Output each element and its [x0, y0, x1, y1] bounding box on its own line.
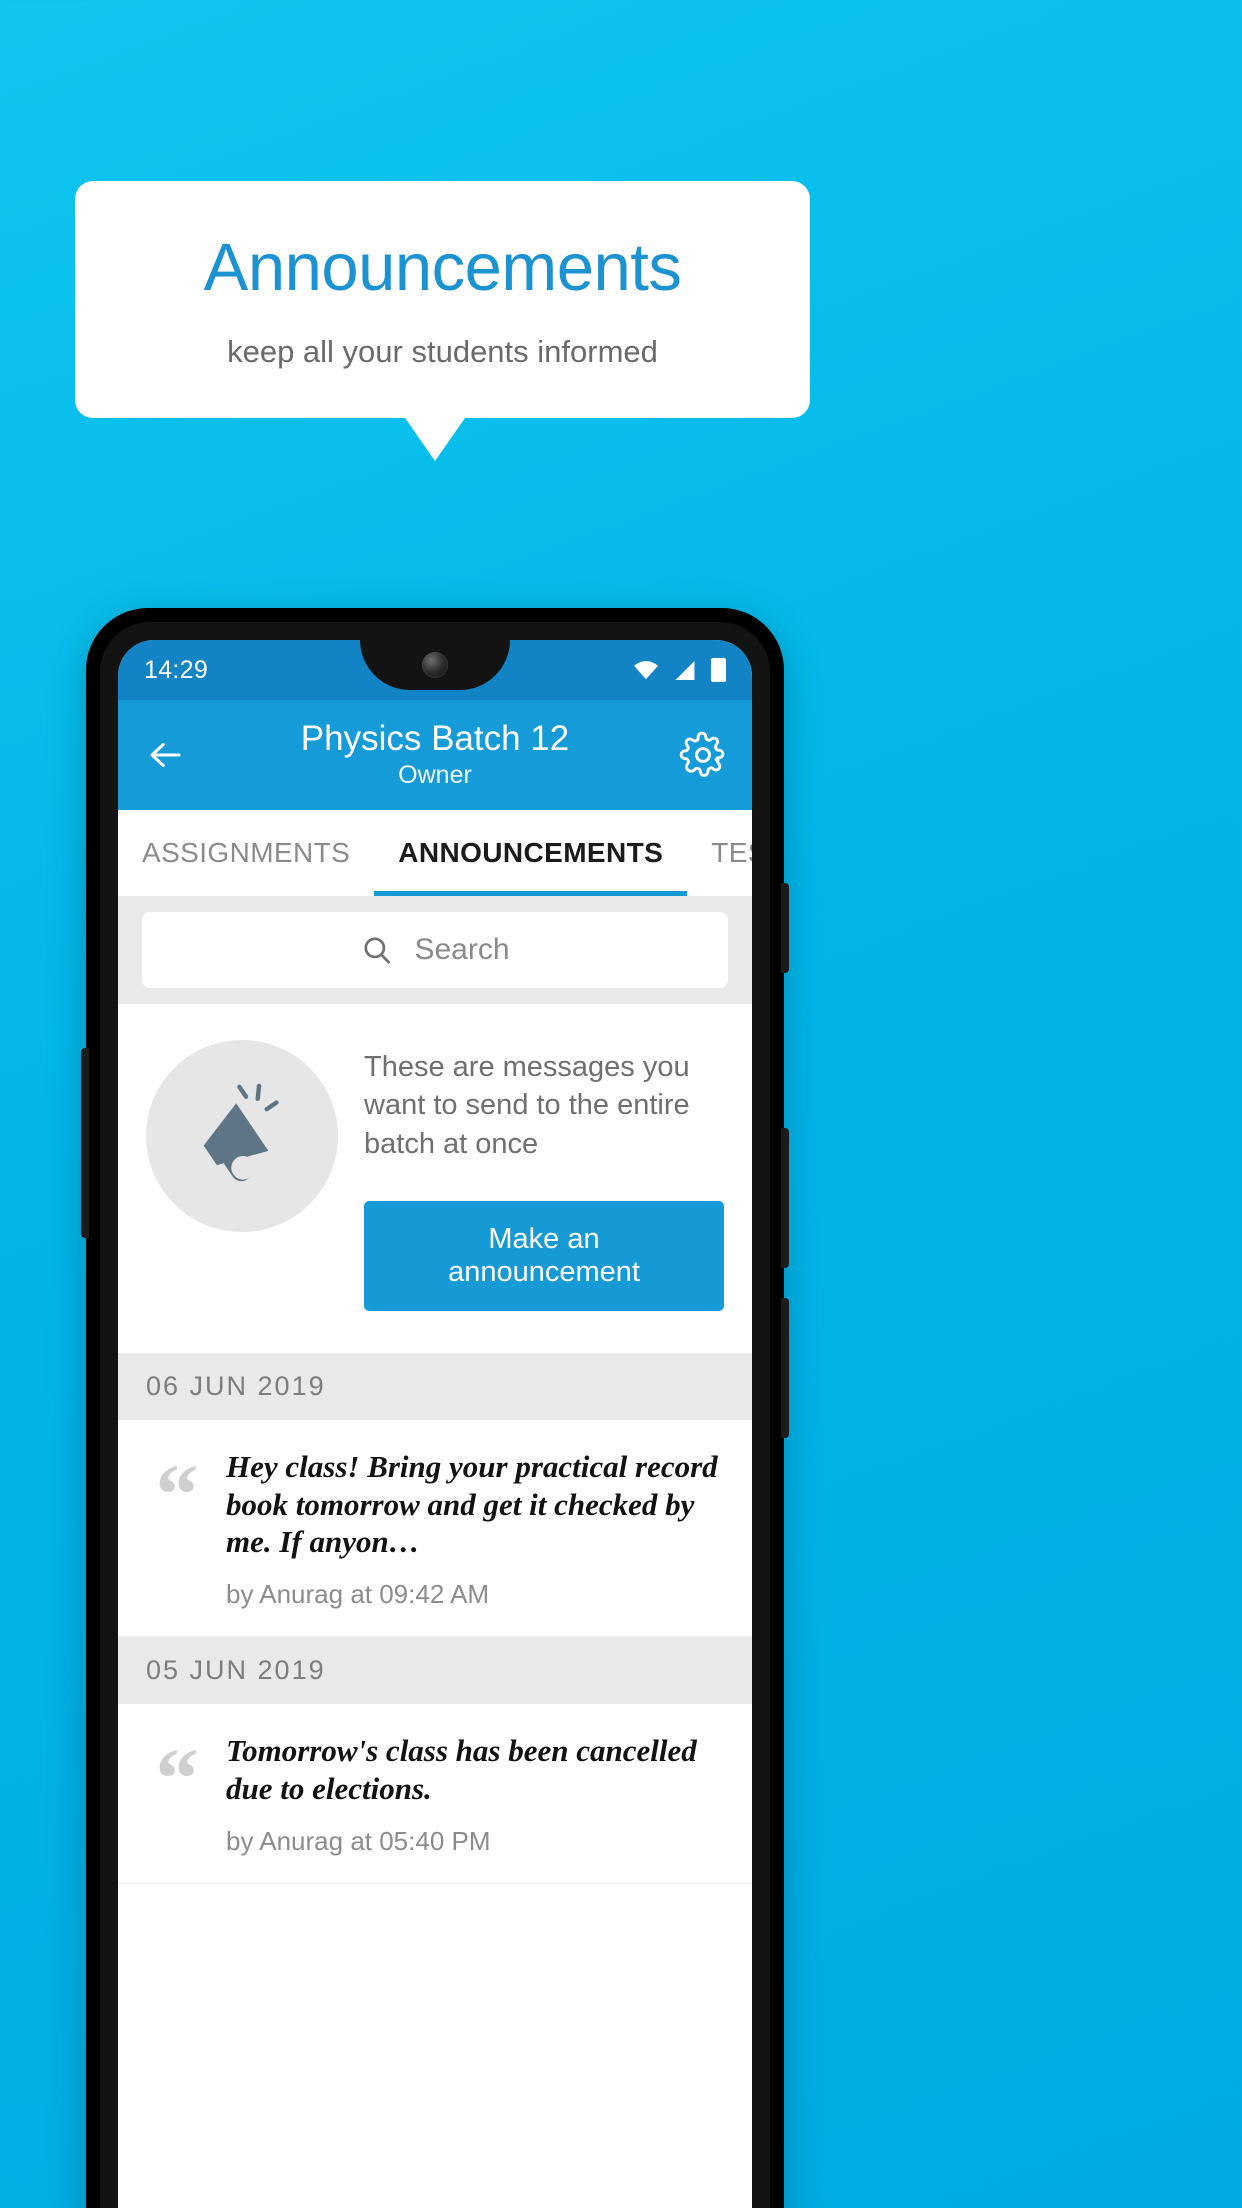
- tab-tests[interactable]: TESTS: [687, 810, 752, 896]
- tab-bar[interactable]: ASSIGNMENTS ANNOUNCEMENTS TESTS ·: [118, 810, 752, 896]
- announcement-promo: These are messages you want to send to t…: [118, 1004, 752, 1353]
- page-title: Physics Batch 12: [300, 718, 570, 758]
- tab-announcements[interactable]: ANNOUNCEMENTS: [374, 810, 688, 896]
- announcement-text: Hey class! Bring your practical record b…: [226, 1448, 718, 1560]
- phone-bezel: 14:29 Physics Batch 12 Owner ASSIGNMENTS…: [100, 622, 770, 2208]
- status-clock: 14:29: [144, 655, 209, 684]
- search-placeholder: Search: [414, 933, 510, 966]
- phone-volume-button: [81, 1048, 89, 1238]
- display-notch: [360, 640, 510, 690]
- megaphone-icon: [203, 1083, 279, 1182]
- announcement-meta: by Anurag at 09:42 AM: [226, 1579, 490, 1610]
- wifi-icon: [634, 661, 658, 680]
- front-camera: [422, 652, 448, 678]
- speech-bubble-tail: [404, 417, 465, 461]
- announcement-row[interactable]: “ Tomorrow's class has been cancelled du…: [118, 1704, 752, 1884]
- phone-mockup: 14:29 Physics Batch 12 Owner ASSIGNMENTS…: [81, 608, 789, 2208]
- date-header: 05 JUN 2019: [118, 1637, 752, 1705]
- signal-icon: [675, 660, 695, 680]
- quote-icon: “: [155, 1730, 199, 1827]
- gear-icon: [679, 731, 725, 777]
- announcement-body: Hey class! Bring your practical record b…: [226, 1448, 724, 1610]
- promo-content: These are messages you want to send to t…: [364, 1040, 724, 1311]
- tab-assignments[interactable]: ASSIGNMENTS: [118, 810, 374, 896]
- search-band: Search: [118, 896, 752, 1004]
- megaphone-avatar: [146, 1040, 338, 1232]
- status-bar: 14:29: [118, 640, 752, 700]
- announcement-row[interactable]: “ Hey class! Bring your practical record…: [118, 1419, 752, 1638]
- settings-button[interactable]: [678, 730, 728, 780]
- battery-icon: [711, 658, 726, 682]
- promo-card: Announcements keep all your students inf…: [75, 181, 810, 418]
- phone-screen: 14:29 Physics Batch 12 Owner ASSIGNMENTS…: [118, 640, 752, 2208]
- search-icon: [364, 937, 391, 964]
- search-input[interactable]: Search: [142, 912, 728, 988]
- make-announcement-button[interactable]: Make an announcement: [364, 1200, 724, 1311]
- phone-power-button: [781, 883, 789, 973]
- back-button[interactable]: [142, 732, 188, 778]
- app-bar-titles: Physics Batch 12 Owner: [118, 719, 752, 792]
- announcement-text: Tomorrow's class has been cancelled due …: [226, 1733, 697, 1807]
- announcement-meta: by Anurag at 05:40 PM: [226, 1825, 491, 1856]
- back-arrow-icon: [150, 743, 181, 767]
- app-bar: Physics Batch 12 Owner: [118, 700, 752, 810]
- promo-subtitle: keep all your students informed: [227, 333, 658, 369]
- phone-side-button-2: [781, 1128, 789, 1268]
- promo-title: Announcements: [203, 230, 682, 305]
- page-subtitle: Owner: [398, 760, 472, 789]
- status-icons: [633, 658, 726, 682]
- date-header: 06 JUN 2019: [118, 1352, 752, 1420]
- phone-side-button-3: [781, 1298, 789, 1438]
- quote-icon: “: [155, 1445, 199, 1542]
- promo-speech-bubble: Announcements keep all your students inf…: [75, 181, 810, 461]
- promo-description: These are messages you want to send to t…: [364, 1051, 690, 1160]
- announcement-body: Tomorrow's class has been cancelled due …: [226, 1732, 724, 1857]
